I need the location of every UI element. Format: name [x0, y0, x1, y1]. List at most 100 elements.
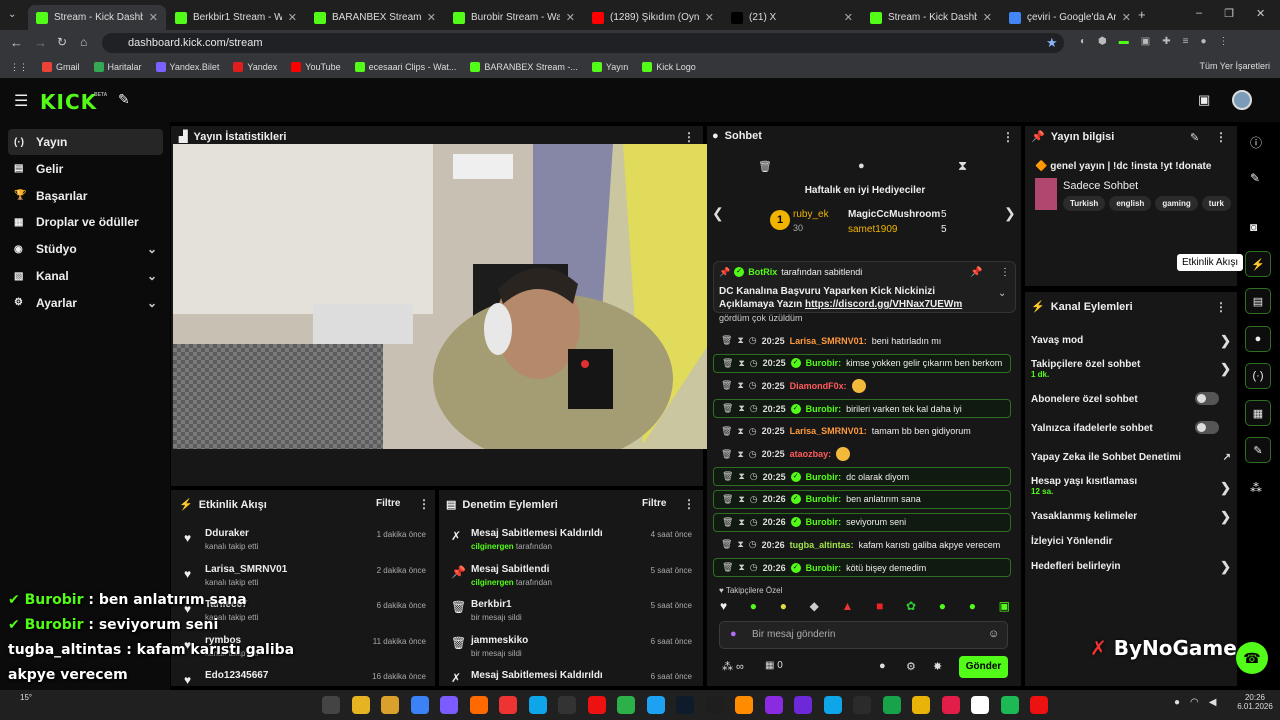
ai-mod-row[interactable]: Yapay Zeka ile Sohbet Denetimi ↗ [1031, 452, 1231, 463]
taskbar-app-icon[interactable] [941, 696, 960, 714]
message-username[interactable]: DiamondF0x: [790, 381, 847, 391]
message-username[interactable]: Burobir: [806, 358, 842, 368]
next-arrow-icon[interactable]: ❯ [1004, 205, 1016, 222]
emote-icon[interactable]: ● [780, 599, 787, 617]
event-filter-button[interactable]: Filtre [376, 498, 400, 509]
channel-actions-menu-icon[interactable]: ⋮ [1215, 300, 1227, 314]
edit-icon[interactable]: ✎ [1250, 171, 1260, 185]
taskbar-app-icon[interactable] [764, 696, 783, 714]
trash-icon[interactable]: 🗑 [721, 426, 732, 437]
subs-chat-toggle[interactable] [1195, 392, 1219, 405]
extension-icon[interactable]: ⬢ [1098, 36, 1107, 50]
close-icon[interactable]: ✕ [566, 11, 575, 24]
extension-icon[interactable]: ▬ [1119, 36, 1129, 50]
taskbar-app-icon[interactable] [705, 696, 724, 714]
menu-icon[interactable]: ≡ [1183, 36, 1189, 50]
timeout-icon[interactable]: ◷ [749, 449, 757, 460]
taskbar-app-icon[interactable] [882, 696, 901, 714]
minimize-icon[interactable]: – [1196, 7, 1202, 20]
trash-icon[interactable]: 🗑 [721, 335, 732, 346]
hourglass-icon[interactable]: ⧗ [738, 517, 744, 528]
edit-icon[interactable]: ✎ [1190, 131, 1199, 144]
event-feed-toggle-button[interactable]: ⚡ [1245, 251, 1271, 277]
chat-settings-bubble-icon[interactable]: ● [879, 660, 886, 672]
browser-tab[interactable]: Stream - Kick Dashboard ✕ [862, 5, 1000, 30]
trash-icon[interactable]: 🗑 [722, 494, 733, 505]
emoji-icon[interactable]: ☺ [988, 628, 999, 640]
taskbar-app-icon[interactable] [469, 696, 488, 714]
mod-action-item[interactable]: ✗ Mesaj Sabitlemesi Kaldırıldı cilginergen… [446, 528, 696, 562]
timeout-icon[interactable]: ◷ [749, 335, 757, 346]
timeout-icon[interactable]: ◷ [749, 380, 757, 391]
hourglass-icon[interactable]: ⧗ [737, 426, 743, 437]
emotes-chat-toggle[interactable] [1195, 421, 1219, 434]
hourglass-icon[interactable]: ⧗ [737, 449, 743, 460]
chat-message[interactable]: 🗑 ⧗ ◷ 20:25 Larisa_SMRNV01: tamam bb ben gidi… [713, 422, 1011, 441]
emote-icon[interactable]: ● [750, 599, 757, 617]
info-icon[interactable]: ⓘ [1250, 134, 1262, 151]
stats-toggle-button[interactable]: ▦ [1245, 400, 1271, 426]
raid-row[interactable]: İzleyici Yönlendir [1031, 536, 1231, 547]
trash-icon[interactable]: 🗑 [721, 539, 732, 550]
timeout-icon[interactable]: ◷ [749, 539, 757, 550]
bookmark-item[interactable]: Kick Logo [642, 62, 696, 72]
share-icon[interactable]: ⁂ [1250, 481, 1262, 495]
all-bookmarks[interactable]: Tüm Yer İşaretleri [1199, 61, 1270, 71]
channel-points-icon[interactable]: ⁂ ∞ [722, 660, 744, 673]
event-feed-menu-icon[interactable]: ⋮ [418, 497, 430, 511]
weather[interactable]: 15° [20, 693, 32, 702]
emote-icon[interactable]: ■ [876, 599, 883, 617]
browser-tab[interactable]: Berkbir1 Stream - Watch L ✕ [167, 5, 305, 30]
apps-icon[interactable]: ⋮⋮ [10, 62, 28, 73]
trash-icon[interactable]: 🗑 [722, 403, 733, 414]
volume-icon[interactable]: ◀ [1209, 697, 1217, 708]
studio-icon[interactable]: ▣ [1198, 92, 1210, 108]
reload-icon[interactable]: ↻ [57, 35, 67, 49]
browser-tab[interactable]: BARANBEX Stream - Watc ✕ [306, 5, 444, 30]
stream-tag[interactable]: gaming [1155, 196, 1198, 211]
browser-tab[interactable]: (1289) Şikıdım (Oynan ✕ [584, 5, 722, 30]
emote-icon[interactable]: ▣ [999, 599, 1010, 617]
profile-icon[interactable]: ● [1200, 36, 1206, 50]
close-icon[interactable]: ✕ [705, 11, 714, 24]
chat-message[interactable]: 🗑 ⧗ ◷ 20:25 ataozbay: [713, 445, 1011, 464]
hourglass-icon[interactable]: ⧗ [738, 471, 744, 482]
taskbar-app-icon[interactable] [853, 696, 871, 714]
hourglass-icon[interactable]: ⧗ [737, 380, 743, 391]
chat-message[interactable]: 🗑 ⧗ ◷ 20:25 ✓ Burobir: dc olarak diyom [713, 467, 1011, 487]
sidebar-item[interactable]: ⚙ Ayarlar ⌄ [8, 290, 163, 316]
extension-icons[interactable]: ◐ ⬢ ▬ ▣ ✚ ≡ ● ⋮ [1080, 36, 1265, 50]
bookmark-star-icon[interactable]: ★ [1046, 35, 1058, 51]
bookmark-item[interactable]: Yandex.Bilet [155, 62, 219, 72]
message-username[interactable]: Larisa_SMRNV01: [790, 336, 867, 346]
close-icon[interactable]: ✕ [844, 11, 853, 24]
taskbar-app-icon[interactable] [322, 696, 340, 714]
hamburger-icon[interactable]: ☰ [14, 91, 28, 111]
sidebar-item[interactable]: ▧ Kanal ⌄ [8, 263, 163, 289]
trash-icon[interactable]: 🗑 [722, 358, 733, 369]
bookmark-item[interactable]: BARANBEX Stream -... [470, 62, 578, 72]
chat-icon[interactable]: ● [858, 160, 865, 172]
message-username[interactable]: Burobir: [806, 517, 842, 527]
avatar[interactable] [1232, 90, 1252, 110]
timeout-icon[interactable]: ◷ [750, 471, 758, 482]
close-icon[interactable]: ✕ [149, 11, 158, 24]
stream-tag[interactable]: turk [1201, 196, 1231, 211]
message-username[interactable]: tugba_altintas: [790, 540, 854, 550]
gifter-name[interactable]: MagicCcMushroom [848, 209, 940, 220]
chat-message[interactable]: 🗑 ⧗ ◷ 20:25 ✓ Burobir: birileri varken tek kal… [713, 399, 1011, 419]
trash-icon[interactable]: 🗑 [722, 471, 733, 482]
close-icon[interactable]: ✕ [983, 11, 992, 24]
taskbar-app-icon[interactable] [646, 696, 665, 714]
chat-message[interactable]: 🗑 ⧗ ◷ 20:26 ✓ Burobir: kötü bişey demedim [713, 558, 1011, 577]
system-tray[interactable]: ● ◠ ◀ [1174, 697, 1216, 708]
close-icon[interactable]: ✕ [427, 11, 436, 24]
taskbar-app-icon[interactable] [676, 696, 694, 714]
window-controls[interactable]: – ❐ ✕ [1196, 7, 1276, 20]
banned-words-row[interactable]: Yasaklanmış kelimeler ❯ [1031, 509, 1231, 524]
hourglass-icon[interactable]: ⧗ [737, 335, 743, 346]
hourglass-icon[interactable]: ⧗ [738, 562, 744, 573]
forward-icon[interactable]: → [34, 35, 47, 50]
chat-menu-icon[interactable]: ⋮ [1002, 130, 1014, 144]
mod-action-item[interactable]: 📌 Mesaj Sabitlendi cilginergen tarafından 5… [446, 564, 696, 598]
